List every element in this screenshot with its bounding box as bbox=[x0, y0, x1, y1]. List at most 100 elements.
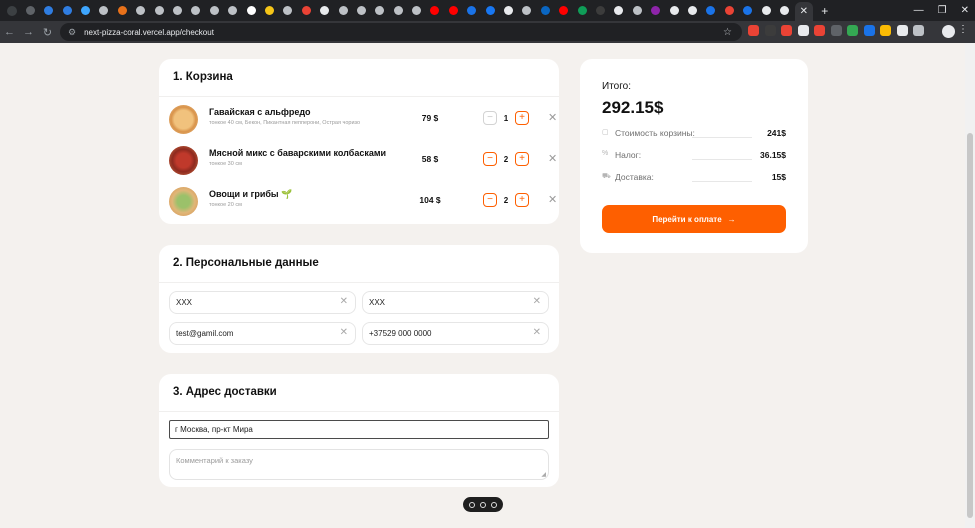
tab-favicon[interactable] bbox=[390, 3, 406, 19]
decrease-button[interactable]: − bbox=[483, 111, 497, 125]
profile-avatar[interactable] bbox=[942, 25, 955, 38]
tab-search-button[interactable] bbox=[4, 3, 20, 19]
active-tab-close-icon[interactable]: ✕ bbox=[794, 2, 813, 21]
reload-icon[interactable]: ↻ bbox=[38, 26, 57, 39]
site-info-icon[interactable]: ⚙ bbox=[68, 27, 76, 38]
tab-favicon[interactable] bbox=[593, 3, 609, 19]
tab-favicon[interactable] bbox=[372, 3, 388, 19]
tab-favicon[interactable] bbox=[96, 3, 112, 19]
tab-favicon[interactable] bbox=[464, 3, 480, 19]
tab-favicon[interactable] bbox=[648, 3, 664, 19]
tab-favicon[interactable] bbox=[261, 3, 277, 19]
comment-textarea[interactable]: Комментарий к заказу ◢ bbox=[169, 449, 549, 480]
dev-toolbar[interactable] bbox=[463, 497, 503, 512]
tab-favicon[interactable] bbox=[482, 3, 498, 19]
proceed-to-payment-button[interactable]: Перейти к оплате → bbox=[602, 205, 786, 233]
order-summary-card: Итого: 292.15$ ▢ Стоимость корзины: 241$… bbox=[580, 59, 808, 253]
tab-favicon[interactable] bbox=[776, 3, 792, 19]
tab-favicon[interactable] bbox=[758, 3, 774, 19]
chat-icon[interactable] bbox=[468, 501, 475, 508]
tab-favicon[interactable] bbox=[684, 3, 700, 19]
tab-favicon[interactable] bbox=[721, 3, 737, 19]
tab-favicon[interactable] bbox=[501, 3, 517, 19]
clear-icon[interactable]: ✕ bbox=[340, 327, 348, 338]
remove-item-icon[interactable]: ✕ bbox=[548, 152, 557, 165]
tab-favicon[interactable] bbox=[78, 3, 94, 19]
browser-menu-icon[interactable]: ⋮ bbox=[958, 24, 968, 35]
tab-favicon[interactable] bbox=[445, 3, 461, 19]
tab-favicon[interactable] bbox=[519, 3, 535, 19]
tab-favicon[interactable] bbox=[740, 3, 756, 19]
forward-icon[interactable]: → bbox=[19, 26, 38, 38]
address-input[interactable]: г Москва, пр-кт Мира bbox=[169, 420, 549, 439]
tab-favicon[interactable] bbox=[206, 3, 222, 19]
phone-field[interactable]: +37529 000 0000 ✕ bbox=[362, 322, 549, 345]
tab-favicon[interactable] bbox=[22, 3, 38, 19]
menu-icon[interactable] bbox=[491, 501, 498, 508]
site-favicon-icon bbox=[264, 6, 274, 15]
tab-favicon[interactable] bbox=[114, 3, 130, 19]
extension-icon[interactable] bbox=[847, 25, 858, 36]
clear-icon[interactable]: ✕ bbox=[533, 327, 541, 338]
extension-icon[interactable] bbox=[880, 25, 891, 36]
tab-favicon[interactable] bbox=[188, 3, 204, 19]
page-scrollbar[interactable] bbox=[965, 43, 975, 528]
extension-icon[interactable] bbox=[748, 25, 759, 36]
scrollbar-thumb[interactable] bbox=[967, 133, 973, 518]
tab-favicon[interactable] bbox=[317, 3, 333, 19]
extension-icon[interactable] bbox=[913, 25, 924, 36]
tab-favicon[interactable] bbox=[409, 3, 425, 19]
extension-icon[interactable] bbox=[830, 25, 842, 36]
tab-favicon[interactable] bbox=[170, 3, 186, 19]
tab-favicon[interactable] bbox=[703, 3, 719, 19]
eye-icon[interactable] bbox=[479, 501, 486, 508]
clear-icon[interactable]: ✕ bbox=[340, 296, 348, 307]
extension-icon[interactable] bbox=[797, 25, 809, 36]
extension-icon[interactable] bbox=[781, 25, 792, 36]
extension-icon[interactable] bbox=[896, 25, 908, 36]
extension-icon[interactable] bbox=[863, 25, 875, 36]
decrease-button[interactable]: − bbox=[483, 152, 497, 166]
new-tab-button[interactable]: + bbox=[817, 4, 833, 18]
first-name-field[interactable]: XXX ✕ bbox=[169, 291, 356, 314]
tab-favicon[interactable] bbox=[225, 3, 241, 19]
tab-favicon[interactable] bbox=[298, 3, 314, 19]
decrease-button[interactable]: − bbox=[483, 193, 497, 207]
extension-icon[interactable] bbox=[814, 25, 825, 36]
tab-favicon[interactable] bbox=[59, 3, 75, 19]
close-window-icon[interactable]: ✕ bbox=[961, 5, 969, 16]
item-price: 58 $ bbox=[421, 154, 439, 164]
back-icon[interactable]: ← bbox=[0, 26, 19, 38]
restore-icon[interactable]: ❐ bbox=[938, 5, 947, 16]
bookmark-star-icon[interactable]: ☆ bbox=[723, 27, 732, 38]
remove-item-icon[interactable]: ✕ bbox=[548, 111, 557, 124]
tab-favicon[interactable] bbox=[243, 3, 259, 19]
tab-favicon[interactable] bbox=[280, 3, 296, 19]
tab-favicon[interactable] bbox=[537, 3, 553, 19]
tab-favicon[interactable] bbox=[41, 3, 57, 19]
tab-favicon[interactable] bbox=[335, 3, 351, 19]
site-favicon-icon bbox=[559, 6, 569, 15]
increase-button[interactable]: + bbox=[515, 193, 529, 207]
row-amount: 15$ bbox=[771, 172, 786, 182]
address-bar[interactable]: ⚙ next-pizza-coral.vercel.app/checkout ☆ bbox=[60, 23, 742, 41]
clear-icon[interactable]: ✕ bbox=[533, 296, 541, 307]
minimize-icon[interactable]: — bbox=[914, 5, 924, 16]
resize-grip-icon[interactable]: ◢ bbox=[541, 471, 546, 478]
remove-item-icon[interactable]: ✕ bbox=[548, 193, 557, 206]
tab-favicon[interactable] bbox=[574, 3, 590, 19]
increase-button[interactable]: + bbox=[515, 152, 529, 166]
tab-favicon[interactable] bbox=[151, 3, 167, 19]
site-favicon-icon bbox=[779, 6, 789, 15]
tab-favicon[interactable] bbox=[629, 3, 645, 19]
last-name-field[interactable]: XXX ✕ bbox=[362, 291, 549, 314]
tab-favicon[interactable] bbox=[611, 3, 627, 19]
tab-favicon[interactable] bbox=[427, 3, 443, 19]
email-field[interactable]: test@gamil.com ✕ bbox=[169, 322, 356, 345]
tab-favicon[interactable] bbox=[133, 3, 149, 19]
tab-favicon[interactable] bbox=[353, 3, 369, 19]
tab-favicon[interactable] bbox=[666, 3, 682, 19]
extension-icon[interactable] bbox=[764, 25, 776, 36]
tab-favicon[interactable] bbox=[556, 3, 572, 19]
increase-button[interactable]: + bbox=[515, 111, 529, 125]
